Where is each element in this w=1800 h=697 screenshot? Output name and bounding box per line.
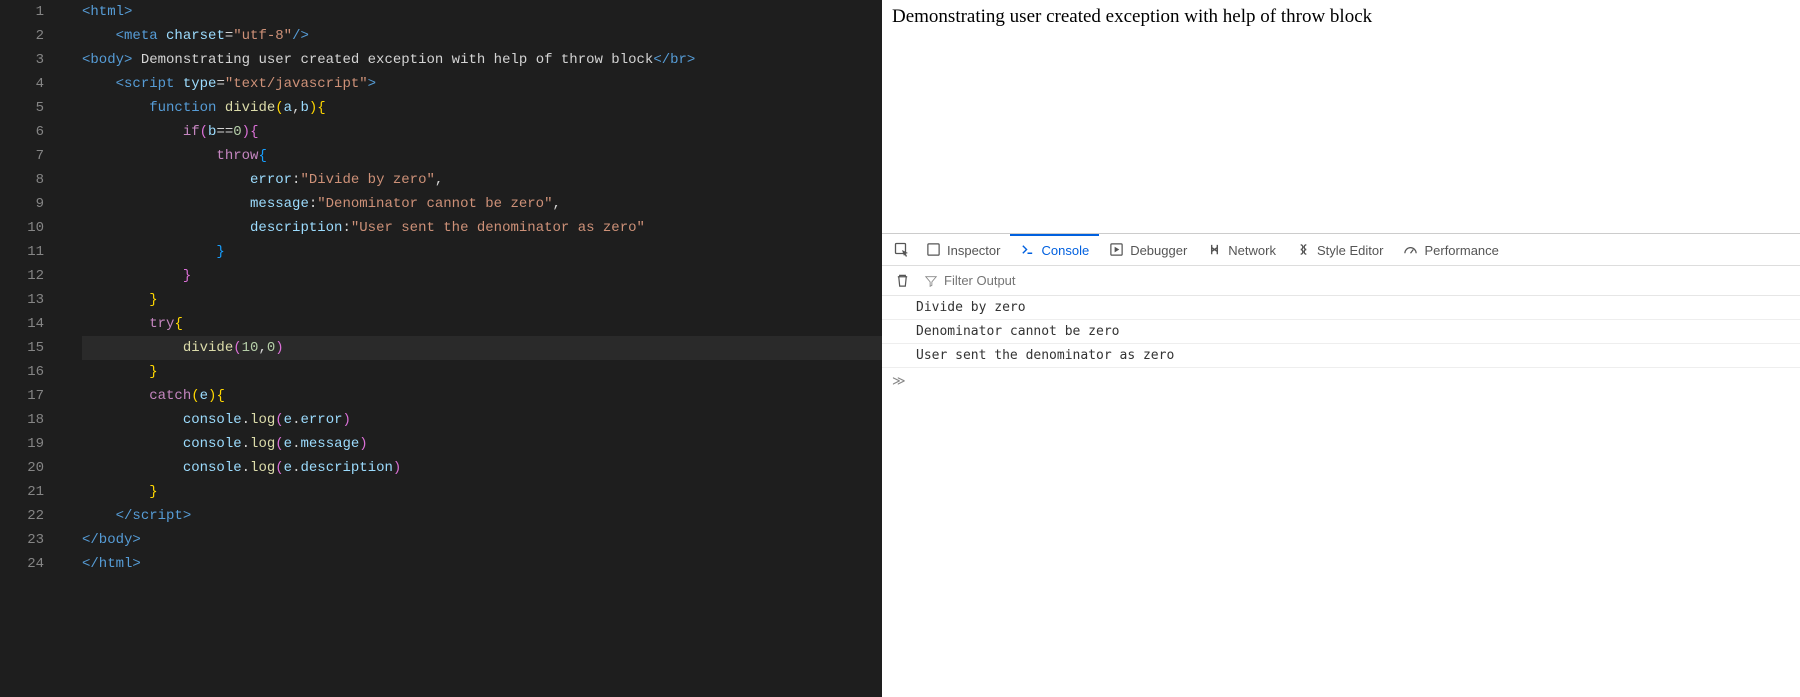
line-number: 23 — [0, 528, 44, 552]
console-icon — [1020, 242, 1035, 260]
line-number: 16 — [0, 360, 44, 384]
code-line[interactable]: } — [82, 240, 882, 264]
code-line[interactable]: </html> — [82, 552, 882, 576]
line-number: 9 — [0, 192, 44, 216]
line-number: 6 — [0, 120, 44, 144]
code-line[interactable]: if(b==0){ — [82, 120, 882, 144]
line-number-gutter: 123456789101112131415161718192021222324 — [0, 0, 62, 697]
code-line[interactable]: console.log(e.error) — [82, 408, 882, 432]
line-number: 17 — [0, 384, 44, 408]
line-number: 8 — [0, 168, 44, 192]
line-number: 18 — [0, 408, 44, 432]
code-line[interactable]: error:"Divide by zero", — [82, 168, 882, 192]
inspector-icon — [926, 242, 941, 260]
console-output: Divide by zeroDenominator cannot be zero… — [882, 296, 1800, 368]
line-number: 20 — [0, 456, 44, 480]
tab-style[interactable]: Style Editor — [1286, 234, 1393, 265]
devtools-tabbar: Inspector Console Debugger Network Style Edi… — [882, 234, 1800, 266]
network-icon — [1207, 242, 1222, 260]
line-number: 13 — [0, 288, 44, 312]
console-log-row: Divide by zero — [882, 296, 1800, 320]
code-content[interactable]: <html> <meta charset="utf-8"/><body> Dem… — [62, 0, 882, 697]
code-line[interactable]: <script type="text/javascript"> — [82, 72, 882, 96]
line-number: 1 — [0, 0, 44, 24]
console-toolbar — [882, 266, 1800, 296]
devtools-panel: Inspector Console Debugger Network Style Edi… — [882, 234, 1800, 697]
code-line[interactable]: catch(e){ — [82, 384, 882, 408]
line-number: 10 — [0, 216, 44, 240]
tab-label: Network — [1228, 243, 1276, 258]
performance-icon — [1403, 242, 1418, 260]
code-line[interactable]: description:"User sent the denominator a… — [82, 216, 882, 240]
code-line[interactable]: <meta charset="utf-8"/> — [82, 24, 882, 48]
code-line[interactable]: </script> — [82, 504, 882, 528]
style-icon — [1296, 242, 1311, 260]
tab-inspector[interactable]: Inspector — [916, 234, 1010, 265]
console-prompt[interactable]: ≫ — [882, 368, 1800, 395]
browser-pane: Demonstrating user created exception wit… — [882, 0, 1800, 697]
code-editor[interactable]: 123456789101112131415161718192021222324 … — [0, 0, 882, 697]
code-line[interactable]: function divide(a,b){ — [82, 96, 882, 120]
code-line[interactable]: try{ — [82, 312, 882, 336]
line-number: 2 — [0, 24, 44, 48]
debugger-icon — [1109, 242, 1124, 260]
console-filter-input[interactable] — [944, 273, 1794, 288]
console-log-row: Denominator cannot be zero — [882, 320, 1800, 344]
line-number: 15 — [0, 336, 44, 360]
tab-label: Performance — [1424, 243, 1498, 258]
code-line[interactable]: divide(10,0) — [82, 336, 882, 360]
tab-label: Style Editor — [1317, 243, 1383, 258]
line-number: 19 — [0, 432, 44, 456]
code-line[interactable]: </body> — [82, 528, 882, 552]
code-line[interactable]: <html> — [82, 0, 882, 24]
code-line[interactable]: <body> Demonstrating user created except… — [82, 48, 882, 72]
tab-network[interactable]: Network — [1197, 234, 1286, 265]
tab-performance[interactable]: Performance — [1393, 234, 1508, 265]
page-body-text: Demonstrating user created exception wit… — [882, 0, 1800, 234]
line-number: 14 — [0, 312, 44, 336]
code-line[interactable]: console.log(e.message) — [82, 432, 882, 456]
code-line[interactable]: console.log(e.description) — [82, 456, 882, 480]
code-line[interactable]: } — [82, 264, 882, 288]
code-line[interactable]: message:"Denominator cannot be zero", — [82, 192, 882, 216]
line-number: 4 — [0, 72, 44, 96]
code-line[interactable]: } — [82, 480, 882, 504]
code-line[interactable]: } — [82, 360, 882, 384]
line-number: 12 — [0, 264, 44, 288]
element-picker-icon[interactable] — [888, 236, 916, 264]
funnel-icon — [924, 274, 938, 288]
tab-label: Debugger — [1130, 243, 1187, 258]
line-number: 22 — [0, 504, 44, 528]
console-filter[interactable] — [924, 273, 1794, 288]
line-number: 5 — [0, 96, 44, 120]
console-log-row: User sent the denominator as zero — [882, 344, 1800, 368]
line-number: 7 — [0, 144, 44, 168]
tab-label: Console — [1041, 243, 1089, 258]
clear-console-icon[interactable] — [888, 267, 916, 295]
line-number: 21 — [0, 480, 44, 504]
line-number: 11 — [0, 240, 44, 264]
line-number: 3 — [0, 48, 44, 72]
code-line[interactable]: throw{ — [82, 144, 882, 168]
tab-debugger[interactable]: Debugger — [1099, 234, 1197, 265]
tab-label: Inspector — [947, 243, 1000, 258]
tab-console[interactable]: Console — [1010, 234, 1099, 265]
line-number: 24 — [0, 552, 44, 576]
code-line[interactable]: } — [82, 288, 882, 312]
